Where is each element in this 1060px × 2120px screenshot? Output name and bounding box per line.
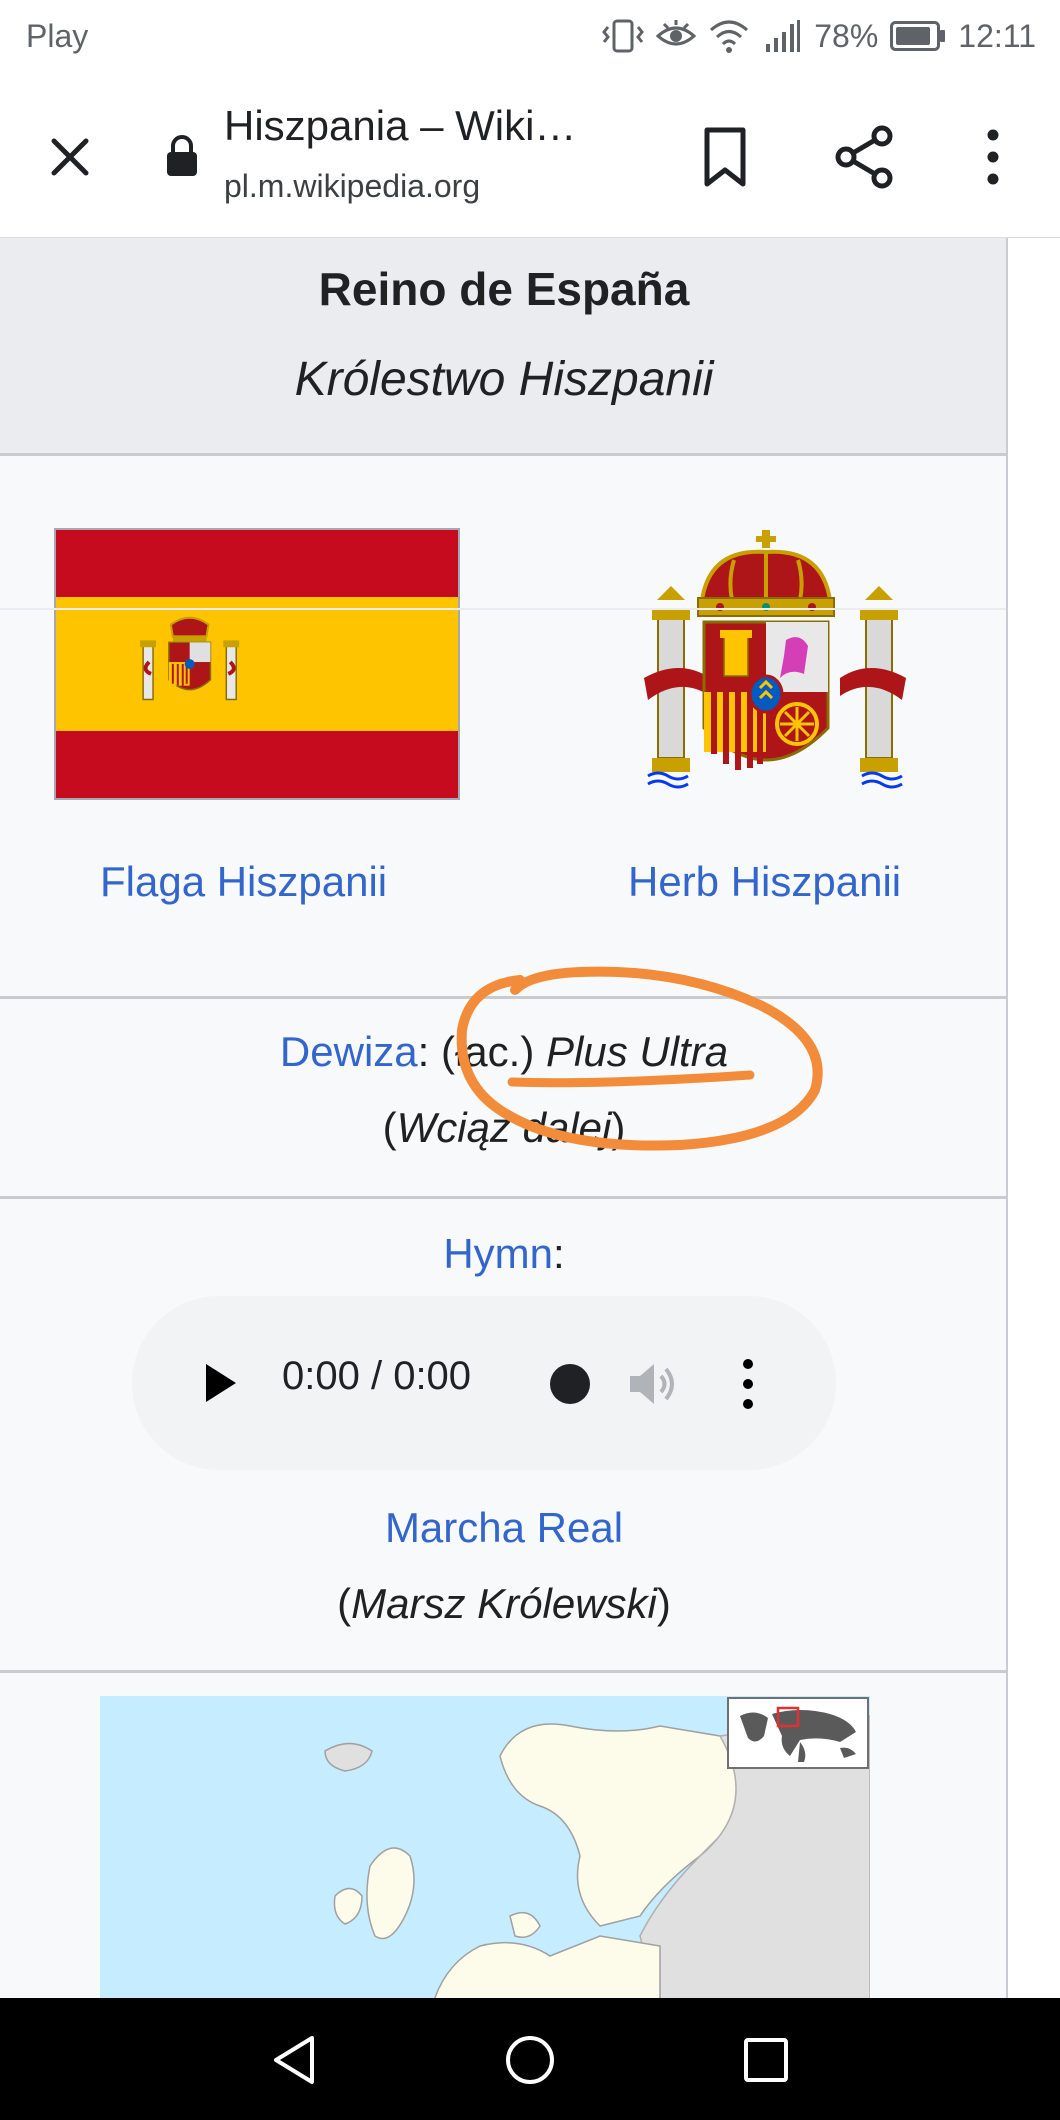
bookmark-icon[interactable] bbox=[695, 122, 755, 192]
motto-language: (łac.) bbox=[440, 1028, 535, 1075]
anthem-label-row: Hymn: bbox=[0, 1230, 1006, 1278]
page-url[interactable]: pl.m.wikipedia.org bbox=[224, 168, 480, 205]
back-icon[interactable] bbox=[270, 2034, 320, 2086]
player-more-icon[interactable] bbox=[738, 1354, 758, 1414]
infobox: Reino de España Królestwo Hiszpanii Flag… bbox=[0, 238, 1008, 1998]
motto-translation-row: (Wciąż dalej) bbox=[382, 1104, 626, 1151]
more-vert-icon[interactable] bbox=[968, 122, 1018, 192]
anthem-title-row: Marcha Real bbox=[0, 1504, 1006, 1552]
close-icon[interactable] bbox=[40, 127, 100, 187]
eye-icon bbox=[656, 20, 697, 46]
wifi-icon bbox=[710, 20, 749, 53]
coat-of-arms-of-spain[interactable] bbox=[640, 528, 910, 800]
motto-text: Plus Ultra bbox=[546, 1028, 729, 1075]
vibrate-icon bbox=[602, 19, 645, 53]
motto-label-link[interactable]: Dewiza bbox=[280, 1028, 418, 1075]
divider bbox=[0, 608, 1006, 610]
status-icons: 78% 12:11 bbox=[602, 14, 1036, 58]
signal-icon bbox=[766, 20, 801, 52]
divider bbox=[0, 996, 1006, 999]
anthem-translation: Marsz Królewski bbox=[351, 1580, 657, 1627]
audio-player: 0:00 / 0:00 bbox=[132, 1296, 836, 1470]
anthem-title-link[interactable]: Marcha Real bbox=[385, 1504, 623, 1551]
motto-translation: Wciąż dalej bbox=[396, 1104, 612, 1151]
audio-progress-thumb[interactable] bbox=[550, 1364, 590, 1404]
carrier-name: Play bbox=[26, 18, 89, 54]
motto-colon: : bbox=[417, 1028, 430, 1075]
play-icon[interactable] bbox=[200, 1358, 240, 1408]
system-navigation-bar bbox=[0, 1998, 1060, 2120]
status-bar: Play 78% 12:11 bbox=[0, 0, 1060, 72]
battery-icon bbox=[890, 21, 946, 51]
anthem-colon: : bbox=[553, 1230, 565, 1277]
audio-time: 0:00 / 0:00 bbox=[282, 1354, 472, 1398]
browser-toolbar: Hiszpania – Wiki… pl.m.wikipedia.org bbox=[0, 72, 1060, 238]
divider bbox=[0, 1196, 1006, 1199]
location-map[interactable] bbox=[100, 1696, 870, 1998]
lock-icon bbox=[167, 135, 197, 176]
divider bbox=[0, 1670, 1006, 1673]
motto-row: Dewiza: (łac.) Plus Ultra bbox=[0, 1028, 1006, 1076]
anthem-translation-row: (Marsz Królewski) bbox=[337, 1580, 671, 1627]
anthem-label-link[interactable]: Hymn bbox=[443, 1230, 553, 1277]
polish-name: Królestwo Hiszpanii bbox=[294, 353, 714, 406]
flag-link[interactable]: Flaga Hiszpanii bbox=[100, 858, 387, 906]
recents-icon[interactable] bbox=[742, 2034, 790, 2086]
page-title[interactable]: Hiszpania – Wiki… bbox=[224, 102, 576, 150]
page-gutter bbox=[1010, 238, 1060, 1998]
official-name: Reino de España bbox=[318, 263, 690, 315]
share-icon[interactable] bbox=[830, 122, 900, 192]
battery-percent: 78% bbox=[814, 17, 879, 54]
volume-icon[interactable] bbox=[624, 1356, 680, 1412]
infobox-header: Reino de España Królestwo Hiszpanii bbox=[0, 238, 1006, 456]
coat-of-arms-link[interactable]: Herb Hiszpanii bbox=[628, 858, 901, 906]
clock: 12:11 bbox=[958, 17, 1036, 54]
home-icon[interactable] bbox=[504, 2034, 556, 2086]
flag-of-spain[interactable] bbox=[54, 528, 460, 800]
